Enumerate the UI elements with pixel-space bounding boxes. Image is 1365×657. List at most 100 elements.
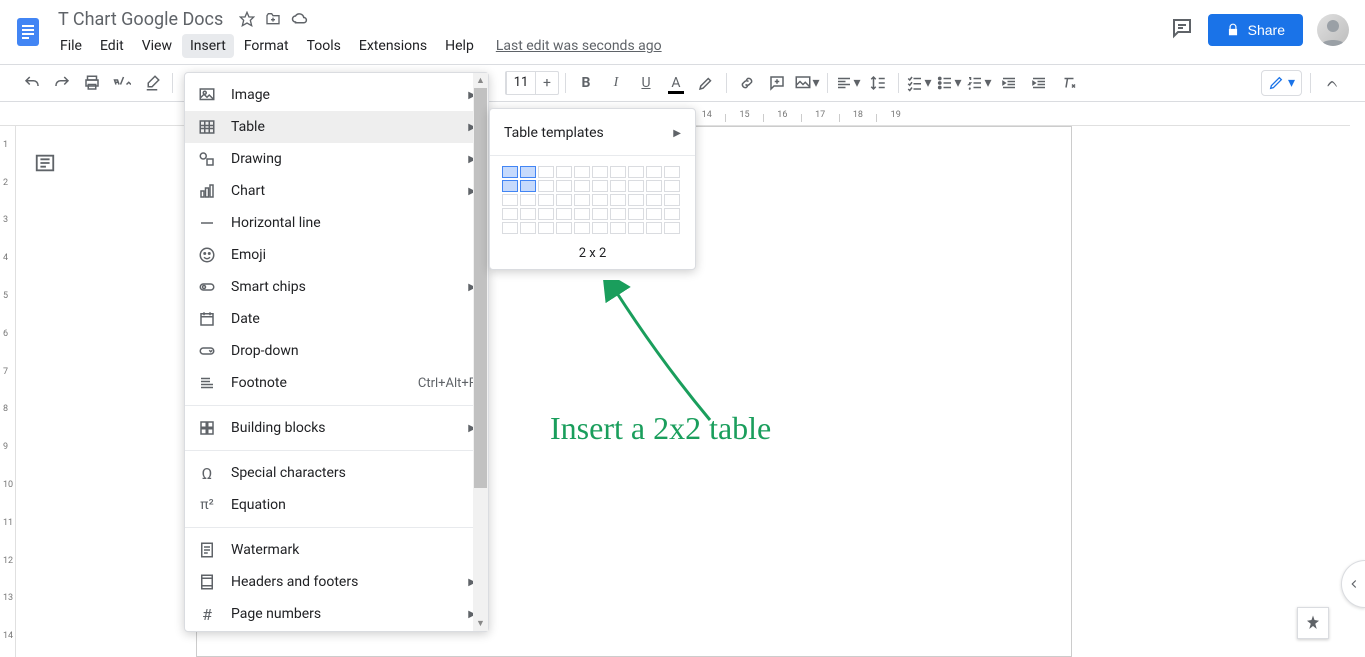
insert-item-chart[interactable]: Chart▶ <box>185 175 488 207</box>
align-button[interactable]: ▾ <box>834 69 862 97</box>
grid-cell[interactable] <box>502 222 518 234</box>
grid-cell[interactable] <box>664 194 680 206</box>
last-edit-link[interactable]: Last edit was seconds ago <box>496 34 662 58</box>
menu-tools[interactable]: Tools <box>299 34 349 58</box>
insert-item-special-characters[interactable]: ΩSpecial characters <box>185 457 488 489</box>
menu-file[interactable]: File <box>52 34 90 58</box>
font-size-increase[interactable]: + <box>536 72 558 94</box>
font-size-value[interactable]: 11 <box>506 72 536 94</box>
grid-cell[interactable] <box>592 208 608 220</box>
grid-cell[interactable] <box>646 208 662 220</box>
grid-cell[interactable] <box>574 208 590 220</box>
grid-cell[interactable] <box>538 180 554 192</box>
menu-view[interactable]: View <box>134 34 180 58</box>
numbered-list-button[interactable]: ▾ <box>965 69 993 97</box>
paint-format-button[interactable] <box>138 69 166 97</box>
grid-cell[interactable] <box>592 180 608 192</box>
grid-cell[interactable] <box>520 208 536 220</box>
italic-button[interactable]: I <box>602 69 630 97</box>
comment-history-icon[interactable] <box>1170 16 1194 44</box>
grid-cell[interactable] <box>592 194 608 206</box>
grid-cell[interactable] <box>556 166 572 178</box>
docs-app-icon[interactable] <box>10 8 46 56</box>
dropdown-scrollbar[interactable]: ▲ ▼ <box>473 73 488 631</box>
table-templates-item[interactable]: Table templates ▶ <box>490 115 695 151</box>
bulleted-list-button[interactable]: ▾ <box>935 69 963 97</box>
grid-cell[interactable] <box>664 180 680 192</box>
menu-edit[interactable]: Edit <box>92 34 132 58</box>
grid-cell[interactable] <box>520 180 536 192</box>
grid-cell[interactable] <box>646 180 662 192</box>
insert-item-image[interactable]: Image▶ <box>185 79 488 111</box>
table-grid-picker[interactable] <box>490 160 695 242</box>
insert-item-smart-chips[interactable]: Smart chips▶ <box>185 271 488 303</box>
outline-toggle-button[interactable] <box>34 152 56 178</box>
decrease-indent-button[interactable] <box>995 69 1023 97</box>
grid-cell[interactable] <box>610 180 626 192</box>
insert-item-building-blocks[interactable]: Building blocks▶ <box>185 412 488 444</box>
insert-item-drop-down[interactable]: Drop-down <box>185 335 488 367</box>
redo-button[interactable] <box>48 69 76 97</box>
menu-insert[interactable]: Insert <box>182 34 234 58</box>
clear-formatting-button[interactable] <box>1055 69 1083 97</box>
insert-item-date[interactable]: Date <box>185 303 488 335</box>
insert-item-headers-and-footers[interactable]: Headers and footers▶ <box>185 566 488 598</box>
user-avatar[interactable] <box>1317 14 1349 46</box>
insert-item-page-numbers[interactable]: #Page numbers▶ <box>185 598 488 630</box>
insert-item-table[interactable]: Table▶ <box>185 111 488 143</box>
print-button[interactable] <box>78 69 106 97</box>
grid-cell[interactable] <box>646 194 662 206</box>
insert-link-button[interactable] <box>733 69 761 97</box>
grid-cell[interactable] <box>520 194 536 206</box>
grid-cell[interactable] <box>556 194 572 206</box>
grid-cell[interactable] <box>520 222 536 234</box>
grid-cell[interactable] <box>574 180 590 192</box>
grid-cell[interactable] <box>646 166 662 178</box>
grid-cell[interactable] <box>628 222 644 234</box>
side-panel-toggle[interactable] <box>1341 560 1365 608</box>
highlight-button[interactable] <box>692 69 720 97</box>
grid-cell[interactable] <box>592 166 608 178</box>
grid-cell[interactable] <box>556 180 572 192</box>
grid-cell[interactable] <box>610 222 626 234</box>
checklist-button[interactable]: ▾ <box>905 69 933 97</box>
vertical-ruler[interactable]: 1234567891011121314 <box>0 126 16 657</box>
grid-cell[interactable] <box>556 208 572 220</box>
undo-button[interactable] <box>18 69 46 97</box>
grid-cell[interactable] <box>628 166 644 178</box>
insert-image-button[interactable]: ▾ <box>793 69 821 97</box>
grid-cell[interactable] <box>592 222 608 234</box>
explore-button[interactable] <box>1297 607 1329 639</box>
grid-cell[interactable] <box>520 166 536 178</box>
grid-cell[interactable] <box>556 222 572 234</box>
move-icon[interactable] <box>265 10 281 28</box>
document-title[interactable]: T Chart Google Docs <box>52 7 229 32</box>
grid-cell[interactable] <box>628 194 644 206</box>
insert-item-horizontal-line[interactable]: Horizontal line <box>185 207 488 239</box>
grid-cell[interactable] <box>646 222 662 234</box>
menu-extensions[interactable]: Extensions <box>351 34 435 58</box>
cloud-status-icon[interactable] <box>291 10 309 28</box>
grid-cell[interactable] <box>664 222 680 234</box>
grid-cell[interactable] <box>502 166 518 178</box>
insert-item-equation[interactable]: π²Equation <box>185 489 488 521</box>
line-spacing-button[interactable] <box>864 69 892 97</box>
share-button[interactable]: Share <box>1208 14 1303 46</box>
editing-mode-button[interactable]: ▾ <box>1261 70 1302 96</box>
bold-button[interactable]: B <box>572 69 600 97</box>
insert-item-emoji[interactable]: Emoji <box>185 239 488 271</box>
grid-cell[interactable] <box>538 208 554 220</box>
collapse-toolbar-button[interactable]: ᨈ <box>1319 69 1347 97</box>
grid-cell[interactable] <box>574 222 590 234</box>
grid-cell[interactable] <box>538 166 554 178</box>
grid-cell[interactable] <box>664 166 680 178</box>
underline-button[interactable]: U <box>632 69 660 97</box>
grid-cell[interactable] <box>502 208 518 220</box>
grid-cell[interactable] <box>502 194 518 206</box>
increase-indent-button[interactable] <box>1025 69 1053 97</box>
grid-cell[interactable] <box>664 208 680 220</box>
text-color-button[interactable]: A <box>662 69 690 97</box>
insert-item-footnote[interactable]: FootnoteCtrl+Alt+F <box>185 367 488 399</box>
add-comment-button[interactable] <box>763 69 791 97</box>
grid-cell[interactable] <box>574 194 590 206</box>
